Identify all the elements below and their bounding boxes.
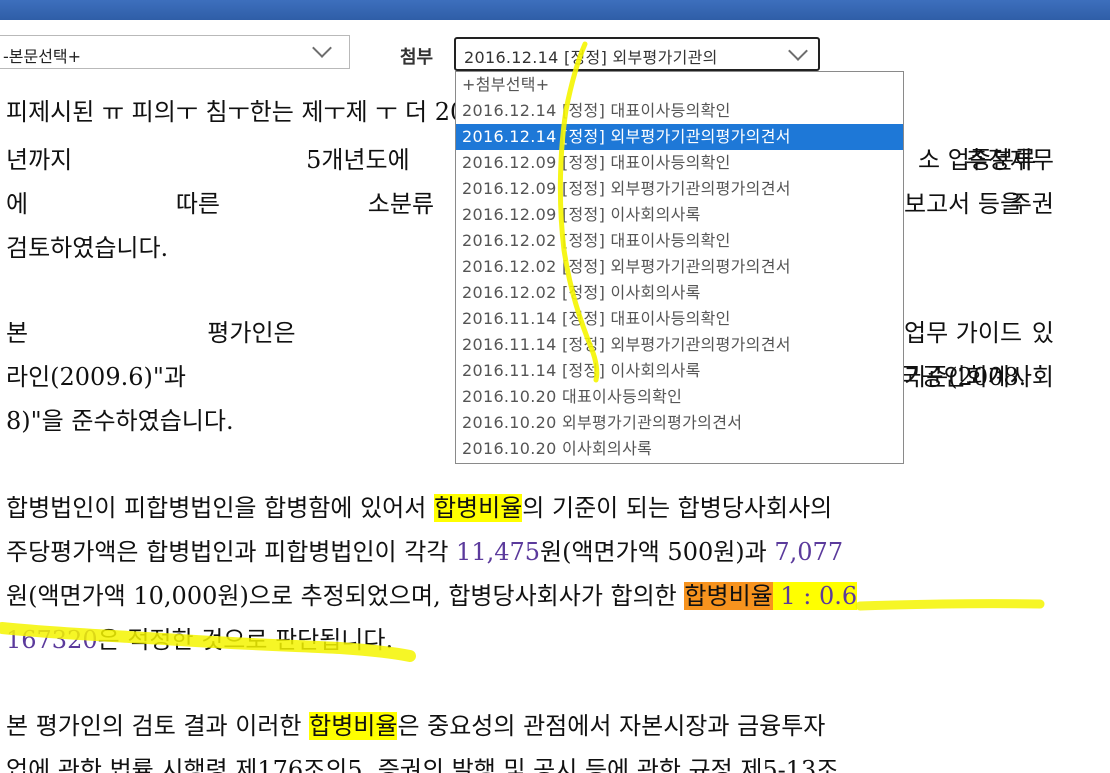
attachment-label: 첨부 bbox=[400, 47, 434, 68]
attachment-option[interactable]: 2016.10.20 외부평가기관의평가의견서 bbox=[456, 410, 903, 436]
doc-line: 주당평가액은 합병법인과 피합병법인이 각각 11,475원(액면가액 500원… bbox=[6, 532, 1054, 567]
attachment-option[interactable]: 2016.12.09 [정정] 대표이사등의확인 bbox=[456, 150, 903, 176]
doc-line: 합병법인이 피합병법인을 합병함에 있어서 합병비율의 기준이 되는 합병당사회… bbox=[6, 488, 1054, 523]
attachment-option[interactable]: 2016.12.14 [정정] 대표이사등의확인 bbox=[456, 98, 903, 124]
doc-text: 합병법인이 피합병법인을 합병함에 있어서 bbox=[6, 494, 434, 522]
value-merger-price: 11,475 bbox=[456, 538, 541, 566]
doc-text: 검토하였습니다. bbox=[6, 234, 169, 262]
chevron-down-icon bbox=[312, 38, 332, 58]
doc-text: 주당평가액은 합병법인과 피합병법인이 각각 bbox=[6, 538, 457, 566]
attachment-option[interactable]: 2016.12.02 [정정] 외부평가기관의평가의견서 bbox=[456, 254, 903, 280]
doc-line: 업에 관한 법률 시행령 제176조의5, 증권의 발행 및 공시 등에 관한 … bbox=[6, 750, 1054, 773]
doc-text: 소 업종분류 bbox=[918, 146, 1037, 174]
attachment-option[interactable]: 2016.12.02 [정정] 대표이사등의확인 bbox=[456, 228, 903, 254]
doc-text: 피제시된 ㅠ 피의ㅜ 침ㅜ한는 제ㅜ제 ㅜ 더 2020 bbox=[6, 98, 496, 126]
attachment-option[interactable]: 2016.12.09 [정정] 이사회의사록 bbox=[456, 202, 903, 228]
attachment-option[interactable]: 2016.12.09 [정정] 외부평가기관의평가의견서 bbox=[456, 176, 903, 202]
attachment-option[interactable]: 2016.11.14 [정정] 외부평가기관의평가의견서 bbox=[456, 332, 903, 358]
value-merger-ratio: 1 : 0.6 bbox=[772, 582, 858, 610]
attachment-select-value: 2016.12.14 [정정] 외부평가기관의 bbox=[464, 48, 718, 67]
doc-line: 본 평가인의 검토 결과 이러한 합병비율은 중요성의 관점에서 자본시장과 금… bbox=[6, 706, 1054, 741]
body-section-select[interactable]: -본문선택+ bbox=[0, 35, 350, 69]
doc-text: 원(액면가액 500원)과 bbox=[540, 538, 775, 566]
doc-text: 업무 가이드 bbox=[904, 319, 1023, 347]
attachment-option[interactable]: 2016.11.14 [정정] 이사회의사록 bbox=[456, 358, 903, 384]
doc-text: 은 중요성의 관점에서 자본시장과 금융투자 bbox=[397, 712, 826, 740]
doc-line: 167320은 적정한 것으로 판단됩니다. bbox=[6, 620, 1054, 655]
attachment-option[interactable]: 2016.11.14 [정정] 대표이사등의확인 bbox=[456, 306, 903, 332]
attachment-select[interactable]: 2016.12.14 [정정] 외부평가기관의 bbox=[454, 37, 820, 71]
doc-text: 원(액면가액 10,000원)으로 추정되었으며, 합병당사회사가 합의한 bbox=[6, 582, 685, 610]
attachment-option[interactable]: 2016.10.20 이사회의사록 bbox=[456, 436, 903, 462]
attachment-dropdown-list[interactable]: +첨부선택+ 2016.12.14 [정정] 대표이사등의확인 2016.12.… bbox=[455, 71, 904, 464]
attachment-option-selected[interactable]: 2016.12.14 [정정] 외부평가기관의평가의견서 bbox=[456, 124, 903, 150]
body-section-select-value: -본문선택+ bbox=[3, 47, 82, 66]
doc-text: 8)"을 준수하였습니다. bbox=[6, 407, 234, 435]
doc-line: 원(액면가액 10,000원)으로 추정되었으며, 합병당사회사가 합의한 합병… bbox=[6, 576, 1054, 611]
doc-text: 은 적정한 것으로 판단됩니다. bbox=[97, 626, 394, 654]
doc-text: 의 기준이 되는 합병당사회사의 bbox=[522, 494, 833, 522]
doc-text: 업에 관한 법률 시행령 제176조의5, 증권의 발행 및 공시 등에 관한 … bbox=[6, 756, 839, 773]
highlight-merger-ratio-orange: 합병비율 bbox=[684, 582, 773, 610]
attachment-option[interactable]: +첨부선택+ bbox=[456, 72, 903, 98]
doc-text: 보고서 등을 bbox=[904, 190, 1023, 218]
value-merger-ratio-cont: 167320 bbox=[6, 626, 98, 654]
highlight-merger-ratio: 합병비율 bbox=[433, 494, 523, 522]
attachment-option[interactable]: 2016.12.02 [정정] 이사회의사록 bbox=[456, 280, 903, 306]
chevron-down-icon bbox=[788, 41, 808, 61]
value-target-price: 7,077 bbox=[774, 538, 844, 566]
doc-text: 본 평가인의 검토 결과 이러한 bbox=[6, 712, 310, 740]
highlight-merger-ratio: 합병비율 bbox=[309, 712, 398, 740]
window-title-bar bbox=[0, 0, 1110, 20]
attachment-option[interactable]: 2016.10.20 대표이사등의확인 bbox=[456, 384, 903, 410]
